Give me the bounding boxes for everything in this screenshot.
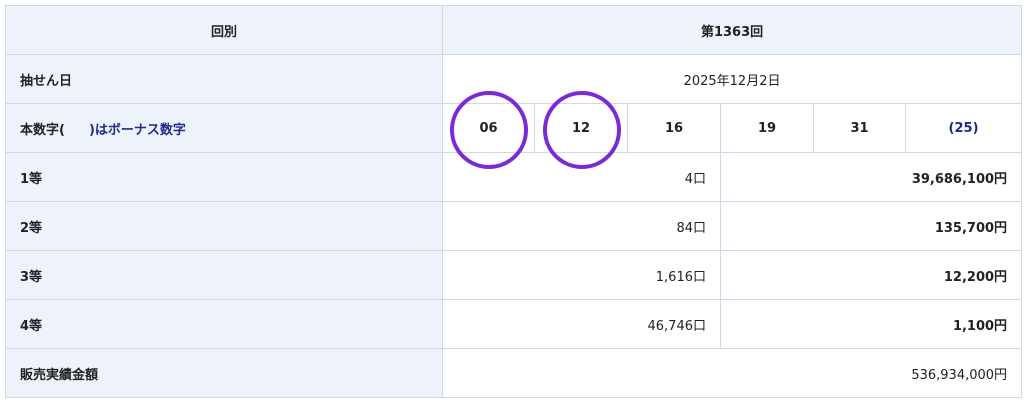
row-prize-4: 4等 46,746口 1,100円	[5, 299, 1023, 349]
row-round: 回別 第1363回	[5, 5, 1023, 55]
winner-count: 46,746口	[442, 299, 721, 349]
main-number: 31	[813, 103, 906, 153]
prize-tier: 3等	[5, 250, 443, 300]
draw-date-label: 抽せん日	[5, 54, 443, 104]
row-sales: 販売実績金額 536,934,000円	[5, 348, 1023, 398]
sales-label: 販売実績金額	[5, 348, 443, 398]
prize-amount: 39,686,100円	[719, 152, 1023, 202]
main-number: 12	[534, 103, 628, 153]
sales-value: 536,934,000円	[441, 348, 1023, 398]
numbers-label-prefix: 本数字(	[20, 122, 65, 138]
prize-tier: 2等	[5, 201, 443, 251]
winning-numbers-label: 本数字( )はボーナス数字	[5, 103, 443, 153]
winner-count: 4口	[442, 152, 721, 202]
prize-amount: 12,200円	[719, 250, 1023, 300]
main-number: 19	[720, 103, 814, 153]
lottery-results-table: 回別 第1363回 抽せん日 2025年12月2日 本数字( )はボーナス数字 0…	[5, 5, 1023, 398]
winner-count: 84口	[442, 201, 721, 251]
row-prize-1: 1等 4口 39,686,100円	[5, 152, 1023, 202]
row-prize-3: 3等 1,616口 12,200円	[5, 250, 1023, 300]
row-winning-numbers: 本数字( )はボーナス数字 06 12 16 19 31 (25)	[5, 103, 1023, 153]
bonus-note: )はボーナス数字	[88, 122, 186, 138]
draw-date-value: 2025年12月2日	[441, 54, 1023, 104]
main-number: 16	[627, 103, 721, 153]
round-label: 回別	[5, 5, 443, 55]
prize-tier: 4等	[5, 299, 443, 349]
main-number: 06	[442, 103, 535, 153]
bonus-number: (25)	[904, 103, 1023, 153]
prize-amount: 135,700円	[719, 201, 1023, 251]
row-prize-2: 2等 84口 135,700円	[5, 201, 1023, 251]
prize-tier: 1等	[5, 152, 443, 202]
prize-amount: 1,100円	[719, 299, 1023, 349]
row-draw-date: 抽せん日 2025年12月2日	[5, 54, 1023, 104]
round-value: 第1363回	[441, 5, 1023, 55]
winner-count: 1,616口	[442, 250, 721, 300]
